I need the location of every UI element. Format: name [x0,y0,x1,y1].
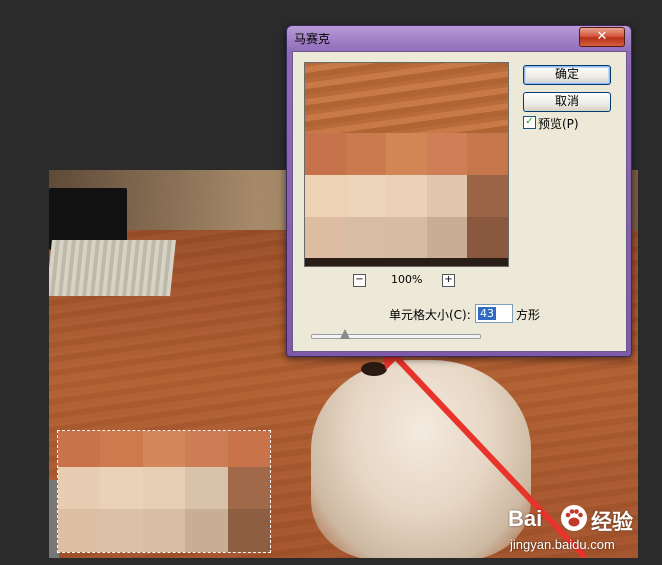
mosaic-cell [58,509,101,552]
mosaic-cell [185,509,228,552]
mosaic-cell [58,467,101,509]
preview-pane[interactable] [304,62,509,267]
dog-nose [361,362,387,376]
mosaic-cell [142,431,186,467]
preview-cell [426,217,468,258]
dog-photo [311,360,531,558]
preview-cell [386,175,427,217]
mosaic-cell [185,467,228,509]
preview-cell [426,258,468,266]
preview-cell [467,258,508,266]
cell-size-slider[interactable] [311,329,481,343]
baidu-watermark: Bai 经验 jingyan.baidu.com [508,504,658,560]
preview-cell [305,258,346,266]
preview-cell [386,133,427,175]
mosaic-cell [58,431,101,467]
ok-button[interactable]: 确定 [523,65,611,85]
title-bar[interactable]: 马赛克 ✕ [287,26,631,50]
mosaic-cell [227,431,270,467]
preview-cell [386,258,427,266]
preview-cell [305,133,346,175]
checkmark-icon: ✓ [525,116,534,127]
preview-mosaic [305,133,508,266]
mosaic-cell [142,509,186,552]
cell-size-unit: 方形 [516,308,541,322]
watermark-url: jingyan.baidu.com [510,537,615,552]
zoom-out-button[interactable]: − [353,274,366,287]
preview-cell [467,217,508,258]
baidu-paw-icon [561,505,587,531]
close-icon: ✕ [596,29,608,44]
cancel-button[interactable]: 取消 [523,92,611,112]
zoom-in-button[interactable]: + [442,274,455,287]
preview-cell [345,175,387,217]
preview-cell [467,175,508,217]
mosaic-cell [227,467,270,509]
minus-icon: − [355,274,364,285]
preview-cell [305,175,346,217]
mosaic-cell [227,509,270,552]
cell-size-label: 单元格大小(C): [389,308,471,322]
watermark-brand: Bai [508,506,543,531]
preview-checkbox-label: 预览(P) [538,117,579,131]
cell-size-value: 43 [478,307,496,320]
close-button[interactable]: ✕ [579,27,625,47]
mosaic-cell [142,467,186,509]
preview-cell [426,175,468,217]
preview-cell [305,217,346,258]
preview-checkbox[interactable]: ✓ [523,116,536,129]
mosaic-cell [100,467,143,509]
plus-icon: + [444,274,453,285]
zoom-controls: − 100% + [304,271,507,289]
mosaic-cell [185,431,228,467]
preview-cell [345,258,387,266]
preview-cell [345,133,387,175]
preview-cell [426,133,468,175]
watermark-brand2: 经验 [591,510,633,534]
slider-thumb[interactable] [339,329,350,339]
dialog-title: 马赛克 [294,32,331,46]
zoom-level: 100% [391,273,423,286]
cell-size-input[interactable]: 43 [475,304,513,323]
mosaic-dialog: 马赛克 ✕ − 100% + 确定 取消 ✓ 预览(P) 单元格大小(C): 4… [286,25,632,357]
preview-wood [305,63,508,133]
preview-cell [345,217,387,258]
mosaic-cell [100,509,143,552]
mosaic-selection[interactable] [57,430,271,553]
preview-cell [386,217,427,258]
dialog-client-area: − 100% + 确定 取消 ✓ 预览(P) 单元格大小(C): 43 方形 [292,51,627,352]
cell-size-row: 单元格大小(C): 43 方形 [389,304,619,324]
preview-cell [467,133,508,175]
slider-track[interactable] [311,334,481,339]
mosaic-cell [100,431,143,467]
rug [49,240,176,296]
